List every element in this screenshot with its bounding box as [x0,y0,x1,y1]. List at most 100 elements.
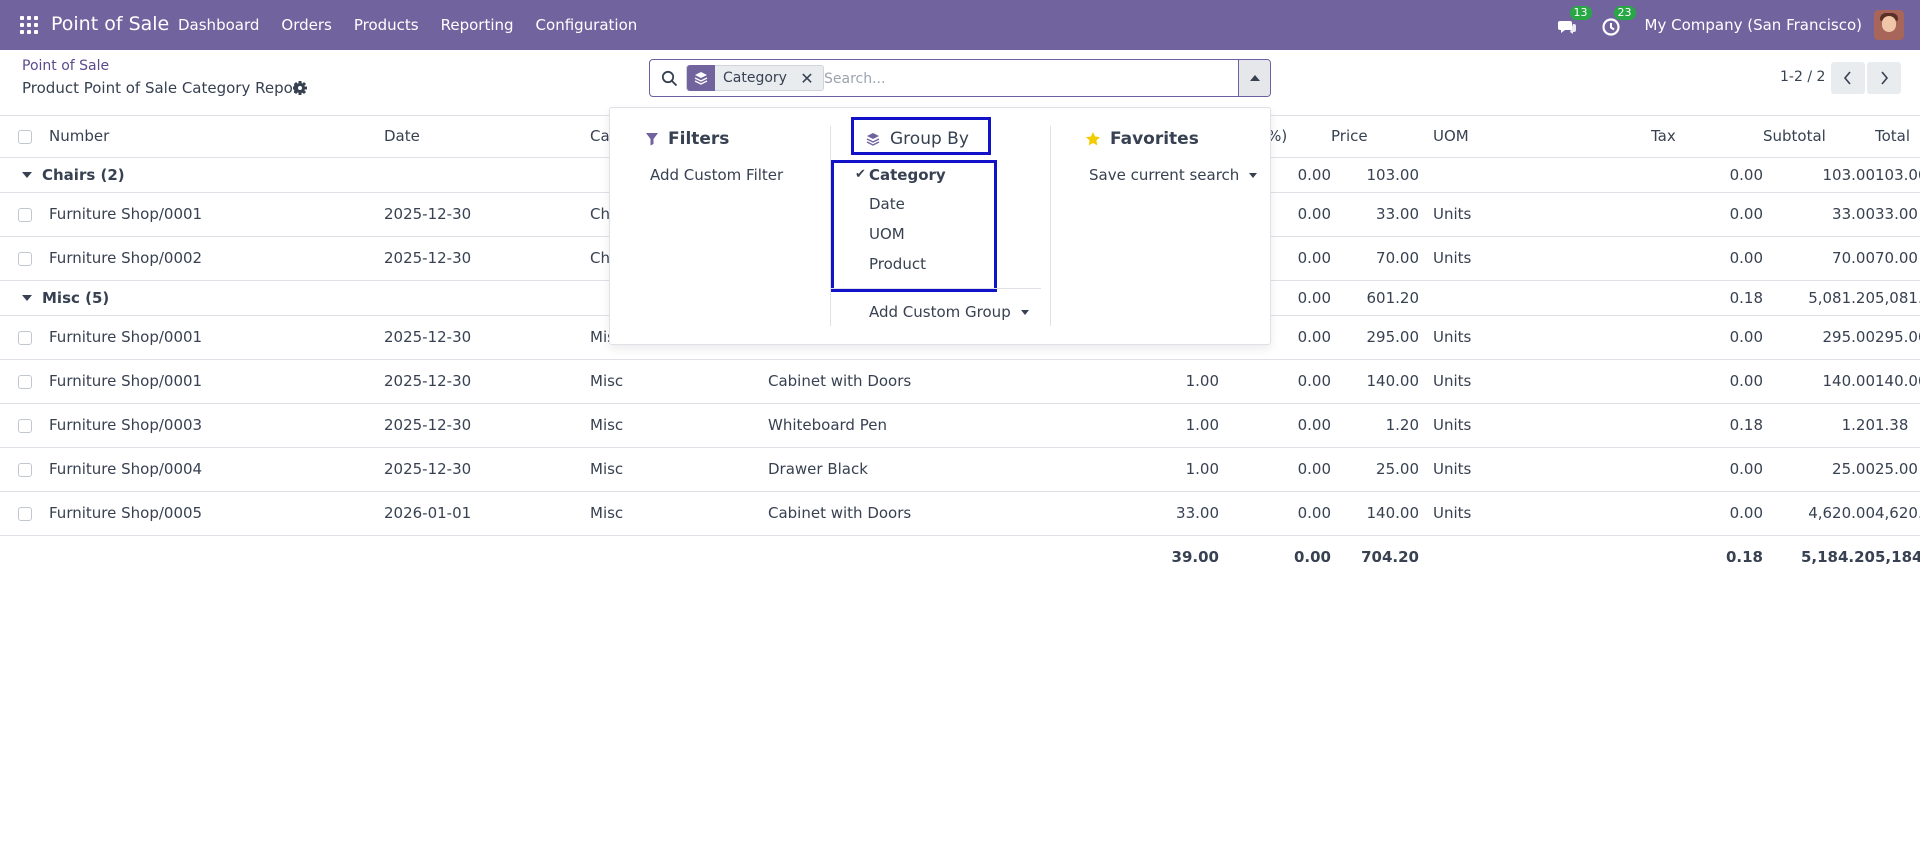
caret-down-icon [22,172,32,178]
group-option-product[interactable]: Product [869,255,926,273]
add-custom-group-select[interactable]: Add Custom Group [869,303,1029,321]
group-total: 103.00 [1875,157,1920,193]
cell-product: Cabinet with Doors [768,359,1083,404]
cell-tax: 0.00 [1651,315,1763,360]
cell-subtotal: 33.00 [1763,192,1875,237]
pager-next-button[interactable] [1867,62,1901,94]
total-qty: 39.00 [1171,548,1219,567]
column-date[interactable]: Date [384,116,590,158]
cell-total: 1.38 [1875,403,1920,448]
caret-down-icon [22,295,32,301]
pager-previous-button[interactable] [1831,62,1865,94]
column-price[interactable]: Price [1331,116,1419,158]
row-checkbox[interactable] [18,330,32,345]
group-price: 601.20 [1331,280,1419,316]
menu-item-dashboard[interactable]: Dashboard [178,16,259,34]
menu-item-products[interactable]: Products [354,16,419,34]
facet-remove-icon[interactable]: ✕ [797,69,817,88]
user-avatar[interactable] [1874,10,1904,40]
cell-subtotal: 140.00 [1763,359,1875,404]
cell-product: Cabinet with Doors [768,491,1083,536]
column-subtotal[interactable]: Subtotal [1763,116,1875,158]
total-tax: 0.18 [1725,548,1763,567]
search-input[interactable] [824,66,1224,92]
clock-icon [1601,18,1620,36]
cell-price: 140.00 [1331,359,1419,404]
cell-date: 2025-12-30 [384,359,590,404]
chat-icon [1557,21,1576,34]
breadcrumb-parent[interactable]: Point of Sale [22,58,109,74]
chevron-left-icon [1843,71,1851,85]
cell-discount: 0.00 [1219,447,1331,492]
group-option-uom[interactable]: UOM [869,225,905,243]
row-checkbox[interactable] [18,462,32,477]
table-row[interactable]: Furniture Shop/0001 2025-12-30 Misc Cabi… [0,359,1920,404]
search-panel-toggle[interactable] [1238,60,1270,96]
chevron-right-icon [1881,71,1889,85]
cell-tax: 0.00 [1651,236,1763,281]
row-checkbox[interactable] [18,506,32,521]
activities-button[interactable]: 23 [1601,6,1636,36]
row-checkbox[interactable] [18,418,32,433]
cell-uom: Units [1433,447,1651,492]
filters-header: Filters [645,129,729,149]
save-current-search-toggle[interactable]: Save current search [1089,166,1258,184]
group-tax: 0.00 [1651,157,1763,193]
row-checkbox[interactable] [18,251,32,266]
caret-down-icon [1249,173,1258,178]
cell-price: 1.20 [1331,403,1419,448]
cell-uom: Units [1433,315,1651,360]
cell-category: Misc [590,359,768,404]
gear-icon[interactable] [292,80,308,96]
cell-category: Misc [590,491,768,536]
cell-subtotal: 1.20 [1763,403,1875,448]
cell-category: Misc [590,403,768,448]
cell-product: Whiteboard Pen [768,403,1083,448]
row-checkbox[interactable] [18,207,32,222]
cell-tax: 0.18 [1651,403,1763,448]
filters-title: Filters [668,129,730,149]
group-by-title: Group By [890,129,969,149]
column-total[interactable]: Total [1875,116,1920,158]
column-tax[interactable]: Tax [1651,116,1763,158]
group-option-date[interactable]: Date [869,195,905,213]
top-navbar: Point of Sale Dashboard Orders Products … [0,0,1920,50]
menu-item-configuration[interactable]: Configuration [536,16,638,34]
cell-category: Misc [590,447,768,492]
column-uom[interactable]: UOM [1433,116,1651,158]
row-checkbox[interactable] [18,374,32,389]
cell-number: Furniture Shop/0002 [49,236,384,281]
cell-tax: 0.00 [1651,447,1763,492]
messages-button[interactable]: 13 [1557,6,1592,36]
app-name[interactable]: Point of Sale [51,13,169,35]
apps-menu-icon[interactable] [20,16,38,34]
select-all-checkbox[interactable] [18,129,32,144]
cell-subtotal: 25.00 [1763,447,1875,492]
table-row[interactable]: Furniture Shop/0005 2026-01-01 Misc Cabi… [0,491,1920,536]
group-by-divider [831,288,1041,289]
cell-uom: Units [1433,359,1651,404]
group-subtotal: 103.00 [1763,157,1875,193]
pager-value[interactable]: 1-2 / 2 [1780,69,1825,85]
facet-label: Category [723,70,787,86]
search-icon[interactable] [661,70,678,87]
table-row[interactable]: Furniture Shop/0003 2025-12-30 Misc Whit… [0,403,1920,448]
column-number[interactable]: Number [49,116,384,158]
filter-icon [646,133,658,146]
search-bar: Category ✕ [649,59,1271,97]
group-option-category[interactable]: Category [869,166,946,184]
add-custom-filter[interactable]: Add Custom Filter [650,166,783,184]
cell-number: Furniture Shop/0001 [49,359,384,404]
add-custom-group-label: Add Custom Group [869,303,1011,321]
cell-number: Furniture Shop/0001 [49,192,384,237]
menu-item-orders[interactable]: Orders [281,16,331,34]
menu-item-reporting[interactable]: Reporting [441,16,514,34]
table-row[interactable]: Furniture Shop/0004 2025-12-30 Misc Draw… [0,447,1920,492]
cell-uom: Units [1433,236,1651,281]
caret-down-icon [1020,310,1029,315]
cell-discount: 0.00 [1219,491,1331,536]
cell-price: 140.00 [1331,491,1419,536]
company-switcher[interactable]: My Company (San Francisco) [1645,16,1862,34]
cell-total: 25.00 [1875,447,1920,492]
navbar-systray: 13 23 My Company (San Francisco) [1557,0,1920,50]
